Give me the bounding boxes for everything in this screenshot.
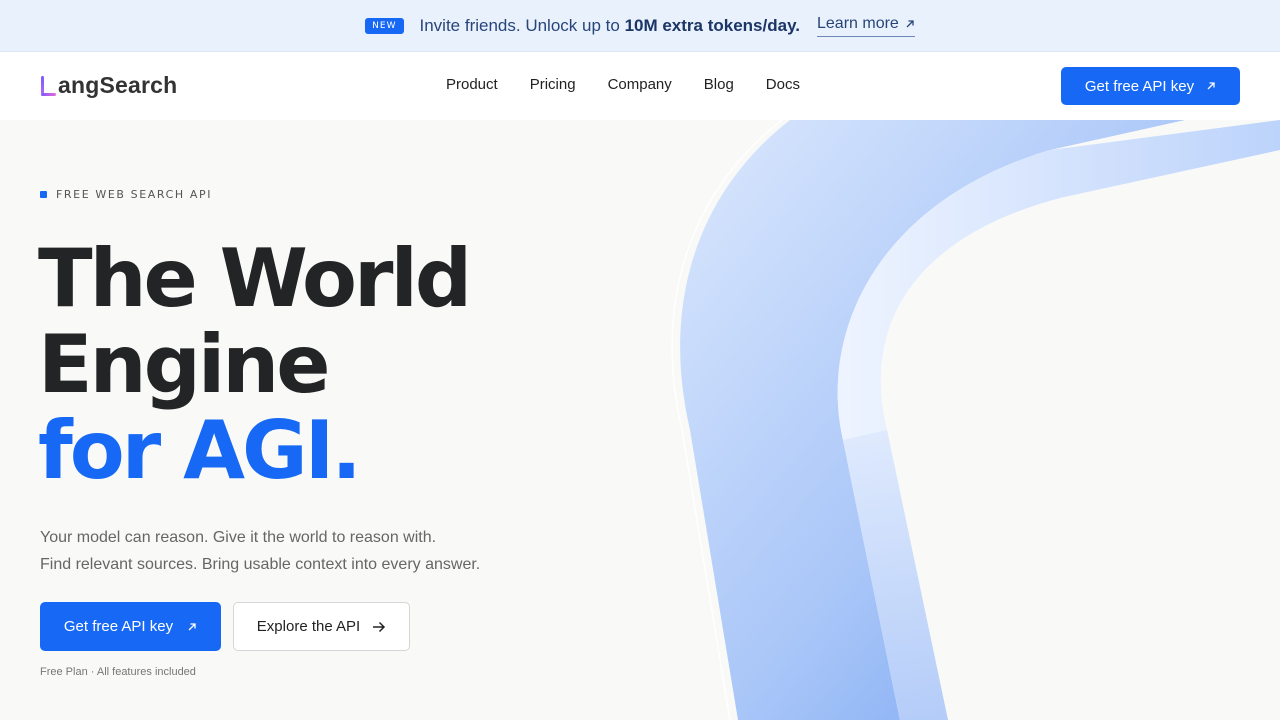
logo[interactable]: angSearch [40,70,177,100]
subtitle-line-2: Find relevant sources. Bring usable cont… [40,556,481,573]
top-nav: angSearch Product Pricing Company Blog D… [0,52,1280,120]
new-badge: NEW [365,17,404,34]
learn-more-label: Learn more [817,14,899,32]
nav-link-docs[interactable]: Docs [766,76,800,93]
logo-text: angSearch [58,71,178,98]
eyebrow-square-icon [40,191,47,198]
arrow-up-right-icon [188,622,196,630]
hero-primary-label: Get free API key [63,618,174,635]
hero-subtitle: Your model can reason. Give it the world… [40,524,480,578]
nav-link-pricing[interactable]: Pricing [530,76,576,93]
hero-get-api-key-button[interactable]: Get free API key [40,602,221,651]
explore-api-button[interactable]: Explore the API [233,602,410,651]
nav-link-product[interactable]: Product [446,76,498,93]
nav-cta-label: Get free API key [1084,77,1195,95]
learn-more-link[interactable]: Learn more [817,15,915,37]
logo-mark [40,74,56,96]
announcement-text-bold: 10M extra tokens/day. [624,15,800,35]
arrow-up-right-icon [906,19,914,27]
subtitle-line-1: Your model can reason. Give it the world… [40,529,437,546]
headline-line-1: The World [38,232,472,325]
announcement-bar: NEW Invite friends. Unlock up to 10M ext… [0,0,1280,52]
hero-eyebrow: FREE WEB SEARCH API [40,188,212,201]
announcement-text: Invite friends. Unlock up to 10M extra t… [420,16,801,36]
nav-links: Product Pricing Company Blog Docs [446,76,800,93]
eyebrow-text: FREE WEB SEARCH API [56,188,213,201]
headline-line-3: for AGI. [38,404,362,497]
free-plan-note: Free Plan · All features included [40,666,196,678]
hero-headline: The World Engine for AGI. [38,232,472,497]
announcement-text-prefix: Invite friends. Unlock up to [419,15,620,35]
nav-link-blog[interactable]: Blog [704,76,734,93]
nav-link-company[interactable]: Company [608,76,672,93]
hero-secondary-label: Explore the API [256,618,361,635]
headline-line-2: Engine [38,318,331,411]
nav-get-api-key-button[interactable]: Get free API key [1061,67,1240,105]
arrow-up-right-icon [1207,82,1215,90]
arrow-right-icon [373,621,386,632]
